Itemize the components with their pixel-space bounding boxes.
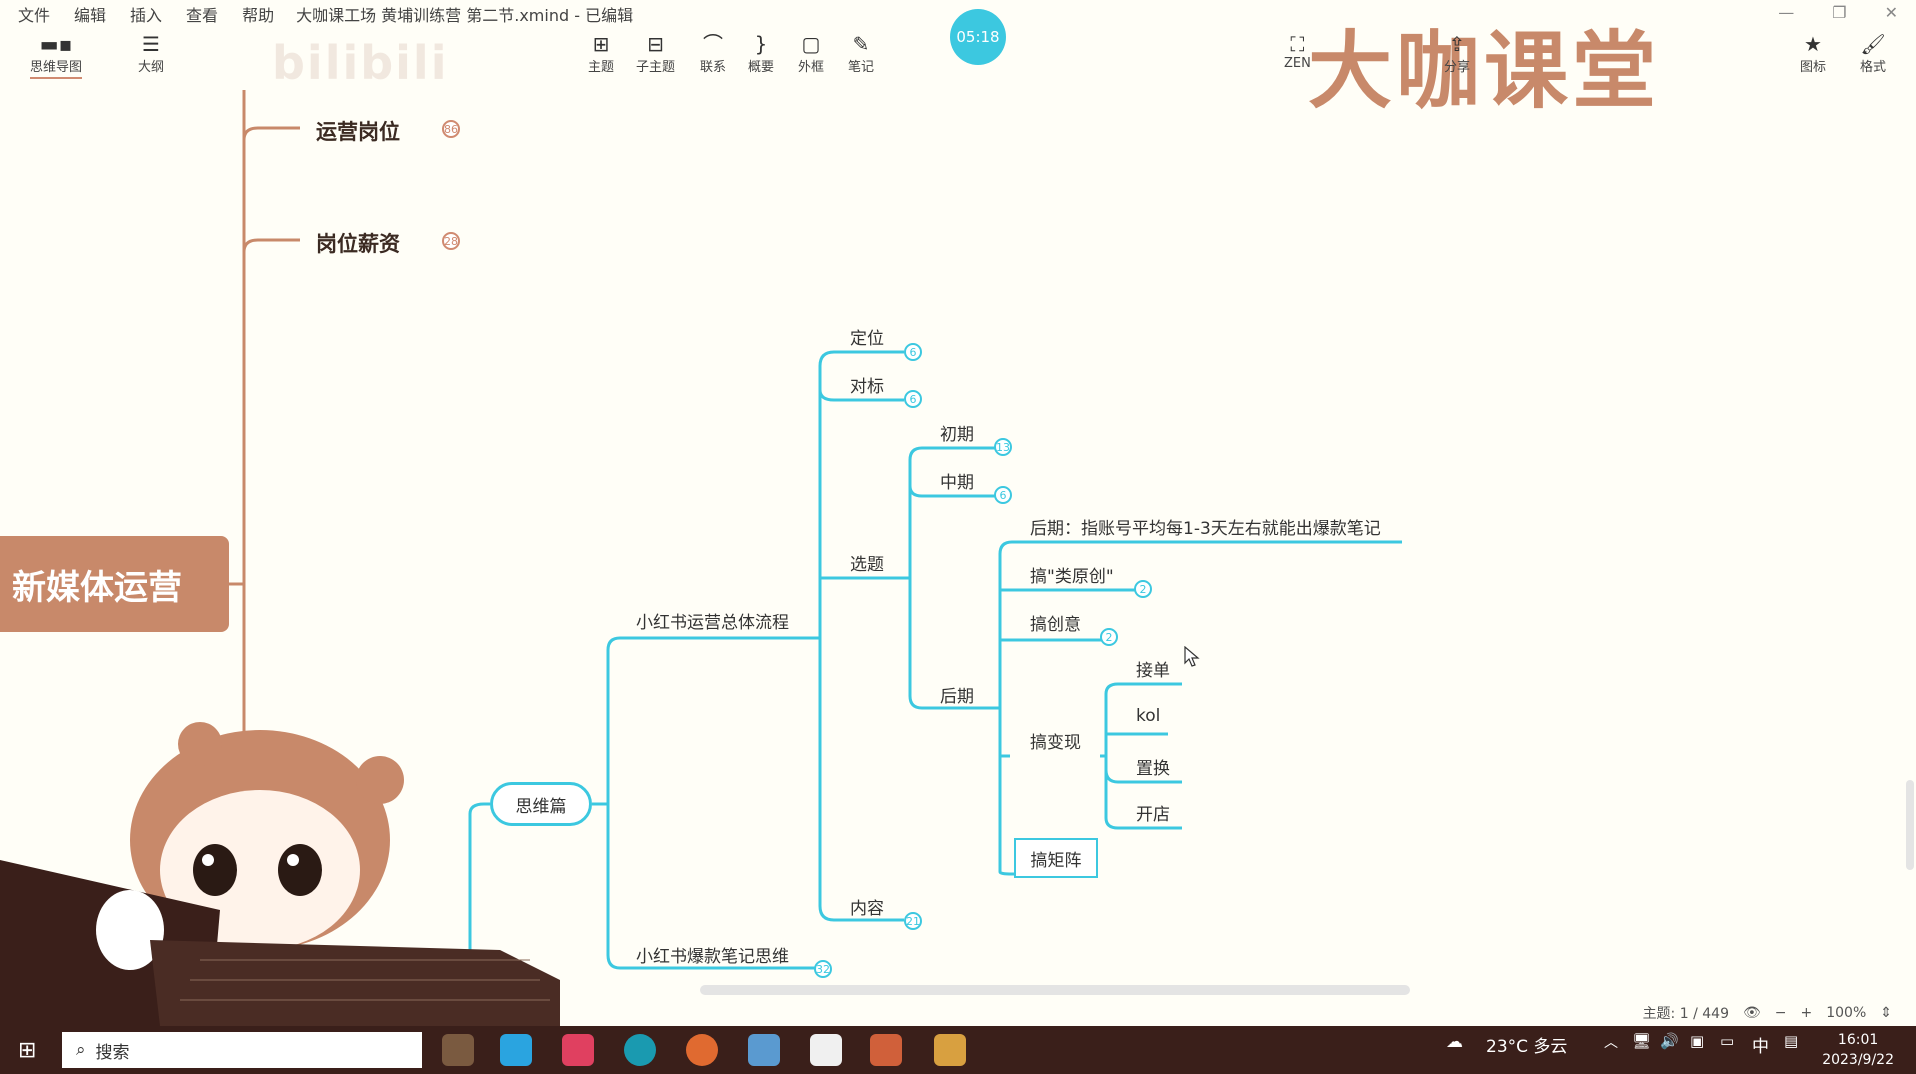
collapse-badge-positioning[interactable]: 6 [904,343,922,361]
taskbar-app-photos-icon[interactable] [810,1034,842,1066]
zoom-stepper-icon[interactable]: ⇕ [1880,1005,1892,1021]
share-button[interactable]: ⇪ 分享 [1444,32,1470,75]
collapse-badge-early[interactable]: 13 [994,438,1012,456]
topic-open-store[interactable]: 开店 [1136,800,1170,825]
visibility-eye-icon[interactable]: 👁 [1743,1005,1761,1021]
topic-semi-original[interactable]: 搞"类原创" [1030,562,1114,587]
taskbar-app-music-icon[interactable] [562,1034,594,1066]
topic-take-orders[interactable]: 接单 [1136,656,1170,681]
branch-line-salary [242,238,300,253]
collapse-badge-creative[interactable]: 2 [1100,628,1118,646]
topic-position-salary[interactable]: 岗位薪资 [316,228,400,258]
windows-start-icon[interactable]: ⊞ [18,1038,36,1063]
taskbar-search-label: 搜索 [95,1042,130,1063]
topic-operations-positions[interactable]: 运营岗位 [316,116,400,146]
clock-date: 2023/9/22 [1822,1052,1894,1068]
zoom-level[interactable]: 100% [1826,1005,1866,1021]
vertical-scrollbar[interactable] [1906,780,1914,870]
taskbar: ⊞ ⌕ 搜索 ☁ 23°C 多云 ︿ 🖥 🔊 ▣ ▭ 中 ▤ 16:01 202… [0,1026,1916,1074]
split-vertical [606,636,820,970]
topic-late-period[interactable]: 后期 [940,682,974,707]
process-to-stage-split [818,350,910,922]
taskbar-app-explorer-icon[interactable] [442,1034,474,1066]
search-icon: ⌕ [76,1040,86,1060]
topic-early-period[interactable]: 初期 [940,420,974,445]
clock-time: 16:01 [1837,1032,1879,1048]
battery-icon[interactable]: ▭ [1720,1032,1734,1050]
topic-monetize[interactable]: 搞变现 [1030,728,1081,753]
topic-exchange[interactable]: 置换 [1136,754,1170,779]
topic-viral-notes-thinking[interactable]: 小红书爆款笔记思维 [636,942,789,967]
taskbar-app-mail-icon[interactable] [500,1034,532,1066]
volume-icon[interactable]: 🔊 [1660,1032,1679,1050]
branch-line-positions [242,126,300,141]
taskbar-app-browser-icon[interactable] [686,1034,718,1066]
topic-positioning[interactable]: 定位 [850,324,884,349]
topic-middle-period[interactable]: 中期 [940,468,974,493]
topic-benchmark[interactable]: 对标 [850,372,884,397]
taskbar-app-xmind-icon[interactable] [870,1034,902,1066]
topic-count: 主题: 1 / 449 [1642,1006,1729,1022]
tray-app-icon[interactable]: ▣ [1690,1032,1704,1050]
collapse-badge-semi-original[interactable]: 2 [1134,580,1152,598]
collapse-badge-middle[interactable]: 6 [994,486,1012,504]
horizontal-scrollbar[interactable] [700,985,1410,995]
taskbar-clock[interactable]: 16:01 2023/9/22 [1822,1030,1894,1070]
late-to-sub-split [998,540,1402,876]
taskbar-app-edge-icon[interactable] [624,1034,656,1066]
collapse-badge-salary[interactable]: 28 [442,232,460,250]
collapse-badge-content[interactable]: 21 [904,912,922,930]
notification-icon[interactable]: ▤ [1784,1032,1798,1050]
taskbar-app-notes-icon[interactable] [748,1034,780,1066]
collapse-badge-positions[interactable]: 86 [442,120,460,138]
topic-creative[interactable]: 搞创意 [1030,610,1081,635]
collapse-badge-viral[interactable]: 32 [814,960,832,978]
tray-chevron-icon[interactable]: ︿ [1604,1032,1618,1052]
mouse-cursor-icon [1184,646,1200,667]
topic-topic-selection[interactable]: 选题 [850,550,884,575]
share-icon: ⇪ [1448,32,1466,56]
taskbar-app-folder-icon[interactable] [934,1034,966,1066]
topic-content[interactable]: 内容 [850,894,884,919]
zoom-out-icon[interactable]: − [1775,1005,1787,1021]
topic-matrix[interactable]: 搞矩阵 [1014,838,1098,878]
status-bar: 主题: 1 / 449 👁 − + 100% ⇕ [1643,1000,1916,1026]
mascot-overlay [0,722,560,1026]
topic-late-description[interactable]: 后期：指账号平均每1-3天左右就能出爆款笔记 [1030,514,1381,539]
weather-cloud-icon[interactable]: ☁ [1446,1032,1463,1052]
network-icon[interactable]: 🖥 [1632,1032,1651,1050]
collapse-badge-benchmark[interactable]: 6 [904,390,922,408]
share-label: 分享 [1444,60,1471,75]
ime-indicator[interactable]: 中 [1752,1032,1769,1057]
taskbar-search[interactable]: ⌕ 搜索 [62,1032,422,1068]
topic-kol[interactable]: kol [1136,706,1160,726]
root-topic[interactable]: 新媒体运营 [0,536,229,632]
topic-overall-process[interactable]: 小红书运营总体流程 [636,608,789,633]
zoom-in-icon[interactable]: + [1801,1005,1813,1021]
weather-text[interactable]: 23°C 多云 [1486,1032,1567,1057]
